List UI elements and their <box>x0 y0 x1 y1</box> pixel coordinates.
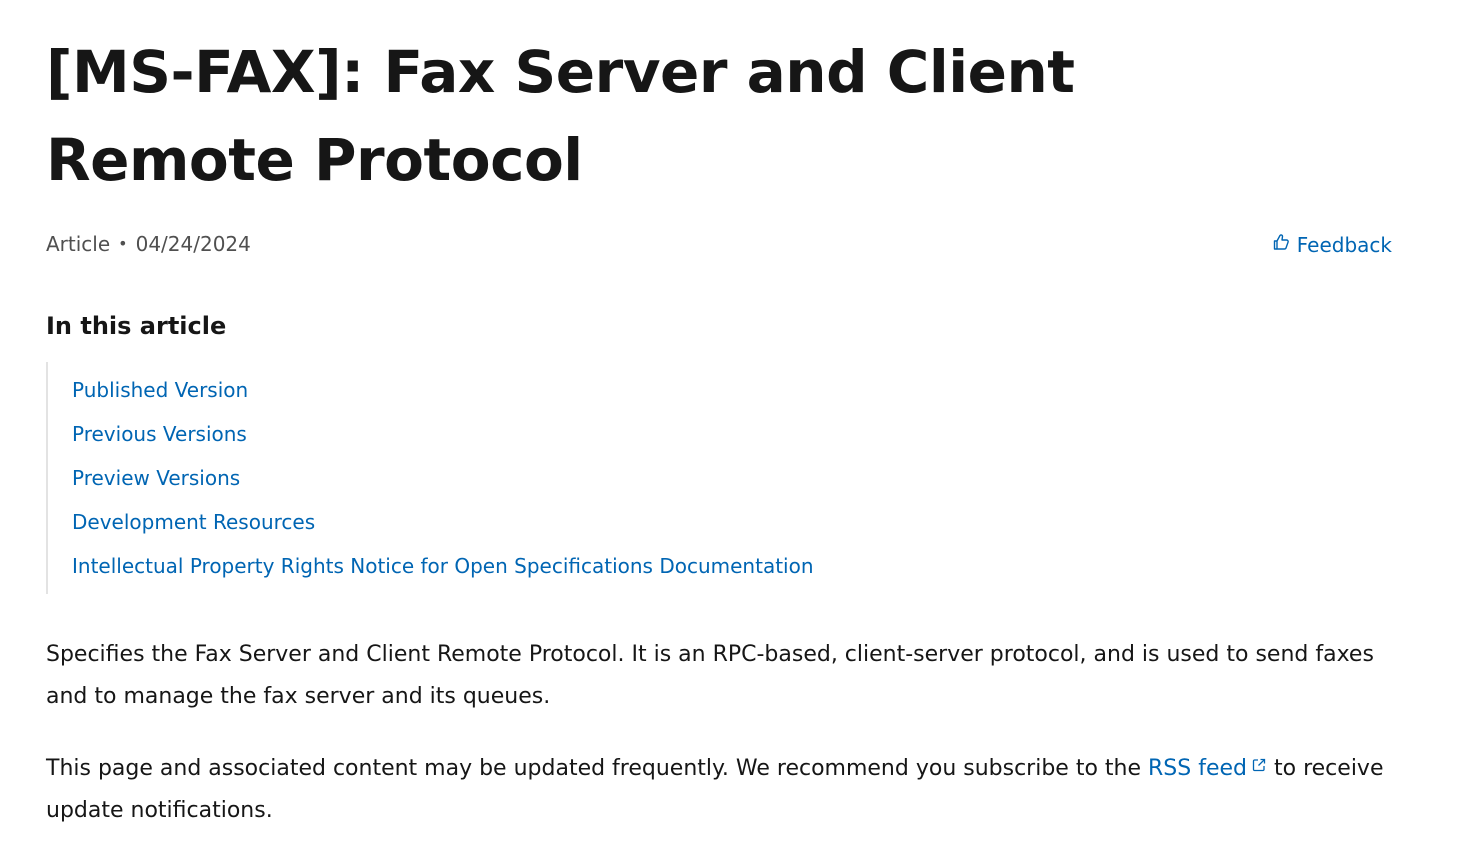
toc-link-published-version[interactable]: Published Version <box>72 378 248 402</box>
feedback-label: Feedback <box>1296 232 1392 257</box>
thumbs-up-icon <box>1271 232 1291 257</box>
article-meta: Article • 04/24/2024 Feedback <box>46 228 1396 258</box>
toc-item: Preview Versions <box>72 456 1396 500</box>
feedback-button[interactable]: Feedback <box>1271 232 1392 257</box>
toc-item: Previous Versions <box>72 412 1396 456</box>
update-notice-text-before: This page and associated content may be … <box>46 756 1149 781</box>
rss-feed-link[interactable]: RSS feed <box>1148 756 1267 781</box>
external-link-icon <box>1251 746 1267 772</box>
article-page: [MS-FAX]: Fax Server and Client Remote P… <box>46 28 1396 832</box>
toc-heading: In this article <box>46 312 227 340</box>
toc-item: Development Resources <box>72 500 1396 544</box>
meta-separator: • <box>118 234 128 253</box>
toc-link-preview-versions[interactable]: Preview Versions <box>72 466 240 490</box>
update-notice-paragraph: This page and associated content may be … <box>46 746 1396 832</box>
toc-item: Published Version <box>72 368 1396 412</box>
toc-link-development-resources[interactable]: Development Resources <box>72 510 315 534</box>
rss-feed-link-label: RSS feed <box>1148 756 1248 781</box>
page-title: [MS-FAX]: Fax Server and Client Remote P… <box>46 38 1075 194</box>
toc-link-ip-rights-notice[interactable]: Intellectual Property Rights Notice for … <box>72 554 814 578</box>
toc-link-previous-versions[interactable]: Previous Versions <box>72 422 247 446</box>
toc-item: Intellectual Property Rights Notice for … <box>72 544 1396 588</box>
article-date: 04/24/2024 <box>135 232 251 256</box>
article-meta-left: Article • 04/24/2024 <box>46 232 251 256</box>
intro-paragraph: Specifies the Fax Server and Client Remo… <box>46 642 1374 709</box>
article-type-label: Article <box>46 232 111 256</box>
table-of-contents: Published Version Previous Versions Prev… <box>46 362 1396 594</box>
